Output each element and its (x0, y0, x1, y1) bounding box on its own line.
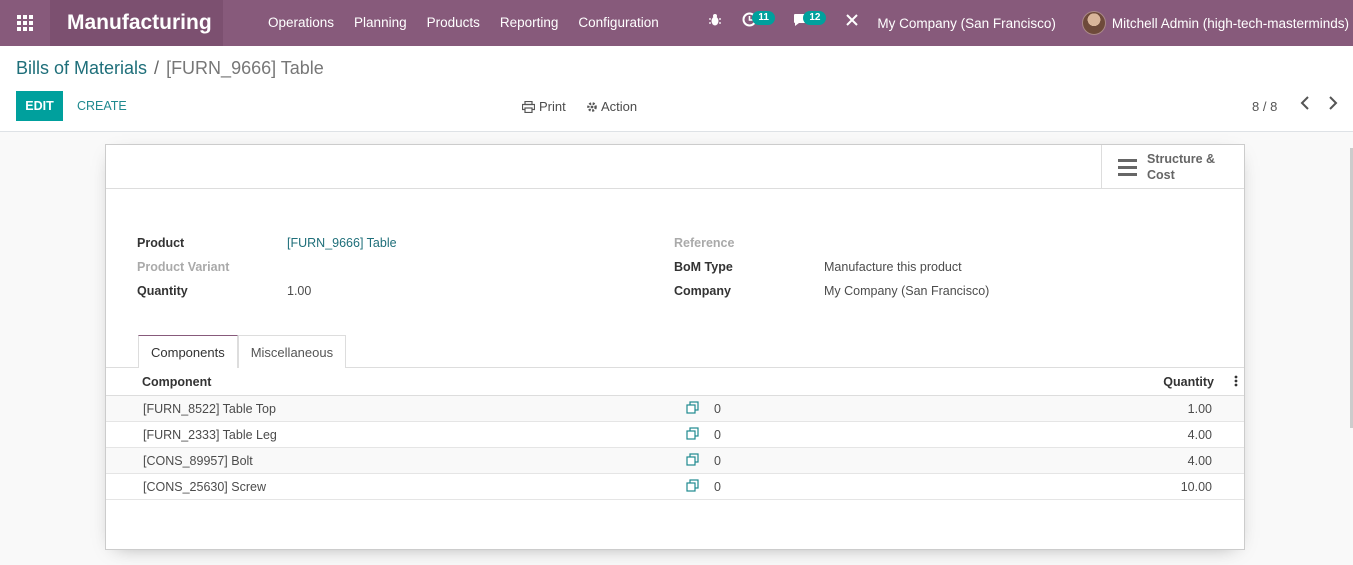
control-panel: Bills of Materials / [FURN_9666] Table E… (0, 46, 1353, 132)
menu-item-reporting[interactable]: Reporting (490, 0, 569, 46)
top-navbar: Manufacturing Operations Planning Produc… (0, 0, 1353, 46)
table-row[interactable]: [CONS_89957] Bolt 0 4.00 (106, 448, 1244, 474)
messages-count-badge: 12 (803, 11, 827, 25)
notebook-tabs: Components Miscellaneous (138, 335, 347, 368)
create-button[interactable]: CREATE (77, 91, 127, 121)
breadcrumb: Bills of Materials / [FURN_9666] Table (16, 58, 324, 79)
column-header-component[interactable]: Component (142, 375, 211, 389)
component-quantity: 4.00 (1187, 428, 1212, 442)
product-label: Product (137, 236, 185, 250)
structure-cost-button[interactable]: Structure & Cost (1101, 145, 1244, 189)
breadcrumb-current: [FURN_9666] Table (166, 58, 324, 78)
components-table-header: Component Quantity (106, 368, 1244, 396)
breadcrumb-parent-link[interactable]: Bills of Materials (16, 58, 147, 79)
tab-components[interactable]: Components (138, 335, 238, 368)
tab-miscellaneous[interactable]: Miscellaneous (237, 335, 347, 368)
component-zero-value: 0 (714, 480, 721, 494)
apps-menu-button[interactable] (0, 0, 50, 46)
product-value-link[interactable]: [FURN_9666] Table (287, 236, 397, 250)
gear-icon (587, 101, 597, 112)
company-switcher[interactable]: My Company (San Francisco) (877, 16, 1056, 31)
chat-icon[interactable]: 12 (793, 0, 827, 46)
quantity-label: Quantity (137, 284, 188, 298)
print-label: Print (539, 99, 566, 114)
user-name: Mitchell Admin (high-tech-masterminds) (1111, 15, 1349, 31)
table-row[interactable]: [FURN_2333] Table Leg 0 4.00 (106, 422, 1244, 448)
action-button[interactable]: Action (586, 99, 637, 114)
table-row[interactable]: [CONS_25630] Screw 0 10.00 (106, 474, 1244, 500)
bom-type-value: Manufacture this product (824, 260, 962, 274)
menu-item-products[interactable]: Products (417, 0, 490, 46)
component-name: [CONS_89957] Bolt (143, 454, 253, 468)
smart-button-box: Structure & Cost (106, 145, 1244, 189)
menu-item-operations[interactable]: Operations (258, 0, 344, 46)
breadcrumb-separator: / (154, 58, 160, 78)
component-name: [FURN_2333] Table Leg (143, 428, 277, 442)
company-label: Company (674, 284, 731, 298)
component-zero-value: 0 (714, 428, 721, 442)
structure-cost-label-2: Cost (1147, 168, 1175, 182)
chevron-left-icon[interactable] (1300, 96, 1310, 115)
kebab-icon[interactable] (1234, 374, 1238, 390)
table-row[interactable]: [FURN_8522] Table Top 0 1.00 (106, 396, 1244, 422)
reference-label: Reference (674, 236, 735, 250)
menu-item-planning[interactable]: Planning (344, 0, 417, 46)
copy-icon[interactable] (686, 453, 700, 467)
component-name: [FURN_8522] Table Top (143, 402, 276, 416)
edit-button[interactable]: EDIT (16, 91, 63, 121)
quantity-value: 1.00 (287, 284, 312, 298)
component-name: [CONS_25630] Screw (143, 480, 266, 494)
form-sheet: Structure & Cost Product [FURN_9666] Tab… (105, 144, 1245, 550)
activity-clock-icon[interactable]: 11 (742, 0, 775, 46)
column-header-quantity[interactable]: Quantity (1163, 375, 1214, 389)
hamburger-icon (1118, 158, 1137, 176)
activity-count-badge: 11 (752, 11, 775, 25)
main-menu: Operations Planning Products Reporting C… (258, 0, 669, 46)
systray: 11 12 My Company (San Francisco) Mitchel… (698, 0, 1353, 46)
print-icon (522, 100, 535, 113)
copy-icon[interactable] (686, 479, 700, 493)
app-brand[interactable]: Manufacturing (50, 0, 223, 46)
bom-type-label: BoM Type (674, 260, 733, 274)
copy-icon[interactable] (686, 401, 700, 415)
avatar (1081, 11, 1106, 35)
component-quantity: 10.00 (1180, 480, 1212, 494)
pager-value[interactable]: 8 / 8 (1252, 99, 1277, 114)
company-value: My Company (San Francisco) (824, 284, 990, 298)
component-quantity: 1.00 (1187, 402, 1212, 416)
component-zero-value: 0 (714, 402, 721, 416)
user-menu[interactable]: Mitchell Admin (high-tech-masterminds) (1081, 11, 1353, 35)
menu-item-configuration[interactable]: Configuration (568, 0, 668, 46)
component-zero-value: 0 (714, 454, 721, 468)
print-button[interactable]: Print (522, 99, 566, 114)
tools-icon[interactable] (845, 0, 859, 46)
structure-cost-label-1: Structure & (1147, 152, 1216, 166)
chevron-right-icon[interactable] (1328, 96, 1338, 115)
component-quantity: 4.00 (1187, 454, 1212, 468)
apps-grid-icon (17, 15, 33, 31)
copy-icon[interactable] (686, 427, 700, 441)
bug-icon[interactable] (708, 0, 722, 46)
product-variant-label: Product Variant (137, 260, 230, 274)
action-label: Action (601, 99, 638, 114)
